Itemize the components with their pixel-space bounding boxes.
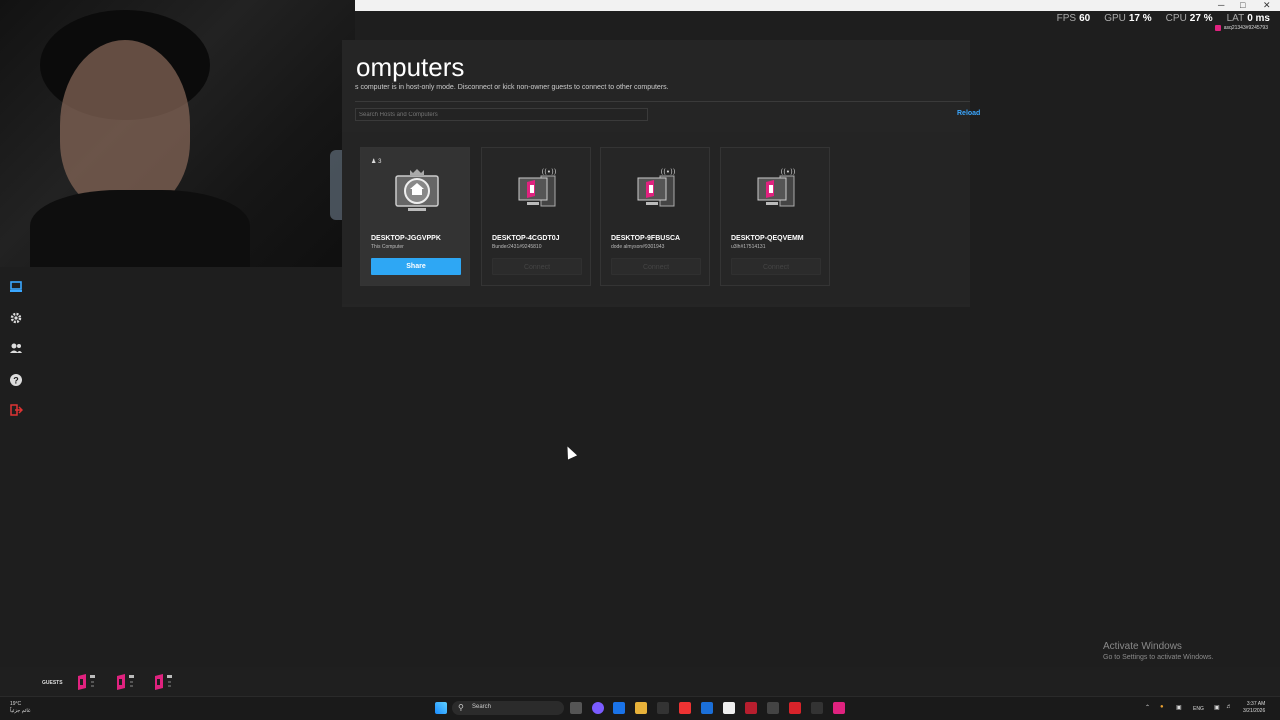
- maximize-button[interactable]: □: [1240, 0, 1245, 10]
- microphone-icon[interactable]: ●: [1160, 704, 1164, 710]
- computer-owner: This Computer: [371, 244, 404, 250]
- help-icon[interactable]: ?: [9, 373, 23, 387]
- reload-button[interactable]: Reload: [957, 110, 980, 117]
- computer-card[interactable]: ((•)) DESKTOP-4CGDT0J Bunder2431#9245810…: [481, 147, 591, 286]
- share-button[interactable]: Share: [371, 258, 461, 275]
- app-icon[interactable]: [811, 702, 823, 714]
- fps-stat: FPS 60: [1057, 13, 1091, 24]
- system-clock[interactable]: 3:37 AM 3/21/2026: [1243, 701, 1265, 715]
- activate-subtitle: Go to Settings to activate Windows.: [1103, 654, 1214, 661]
- brave-browser-icon[interactable]: [679, 702, 691, 714]
- computer-name: DESKTOP-4CGDT0J: [492, 235, 560, 242]
- weather-widget[interactable]: 19°C غائم جزئياً: [10, 701, 31, 715]
- cpu-stat: CPU 27 %: [1166, 13, 1213, 24]
- host-computer-icon: [394, 166, 440, 214]
- clock-time: 3:37 AM: [1246, 701, 1266, 707]
- parsec-logo-icon: [1214, 25, 1221, 31]
- app-icon[interactable]: [767, 702, 779, 714]
- clock-date: 3/21/2026: [1243, 708, 1266, 714]
- activate-windows-watermark: Activate Windows Go to Settings to activ…: [1103, 641, 1214, 661]
- performance-stats: FPS 60 GPU 17 % CPU 27 % LAT 0 ms: [1057, 13, 1270, 24]
- computer-card[interactable]: ((•)) DESKTOP-9FBUSCA dode almyson#93019…: [600, 147, 710, 286]
- guest-slot-icon[interactable]: [115, 673, 135, 691]
- remote-computer-icon: ((•)): [754, 166, 800, 214]
- computer-card[interactable]: ((•)) DESKTOP-QEQVEMM u3lh#17514131 Conn…: [720, 147, 830, 286]
- computer-card-host[interactable]: ♟ 3 DESKTOP-JGGVPPK This Computer Share: [360, 147, 470, 286]
- file-explorer-icon[interactable]: [635, 702, 647, 714]
- computer-owner: u3lh#17514131: [731, 244, 766, 250]
- app-icon[interactable]: [789, 702, 801, 714]
- app-icon[interactable]: [657, 702, 669, 714]
- activate-title: Activate Windows: [1103, 641, 1182, 652]
- divider: [355, 101, 970, 102]
- computer-owner: Bunder2431#9245810: [492, 244, 542, 250]
- network-icon[interactable]: ▣: [1214, 704, 1220, 711]
- windows-start-icon[interactable]: [435, 702, 447, 714]
- connect-button[interactable]: Connect: [611, 258, 701, 275]
- remote-computer-icon: ((•)): [634, 166, 680, 214]
- guests-label: GUESTS: [42, 680, 63, 686]
- svg-text:?: ?: [13, 376, 19, 386]
- logout-icon[interactable]: [9, 403, 24, 417]
- mouse-cursor: [562, 444, 578, 460]
- guest-bar: [0, 667, 1280, 696]
- weather-desc: غائم جزئياً: [10, 708, 31, 714]
- close-button[interactable]: ✕: [1263, 0, 1271, 10]
- webcam-overlay: [0, 0, 355, 267]
- computer-name: DESKTOP-9FBUSCA: [611, 235, 681, 242]
- person-icon: ♟: [371, 159, 377, 165]
- guest-slot-icon[interactable]: [76, 673, 96, 691]
- settings-gear-icon[interactable]: [9, 311, 23, 325]
- store-icon[interactable]: [613, 702, 625, 714]
- guest-slot-icon[interactable]: [153, 673, 173, 691]
- window-titlebar: [355, 0, 1280, 11]
- taskbar-search[interactable]: ⚲ Search: [452, 701, 564, 715]
- page-subtitle: s computer is in host-only mode. Disconn…: [355, 84, 669, 91]
- remote-computer-icon: ((•)): [515, 166, 561, 214]
- fps-label: FPS: [1056, 13, 1077, 24]
- document-icon[interactable]: [723, 702, 735, 714]
- cpu-label: CPU: [1165, 13, 1187, 24]
- search-icon: ⚲: [458, 703, 464, 712]
- computers-icon[interactable]: [9, 280, 23, 294]
- tray-app-icon[interactable]: ▣: [1176, 704, 1182, 711]
- svg-text:((•)): ((•)): [541, 168, 556, 176]
- computer-name: DESKTOP-JGGVPPK: [371, 235, 441, 242]
- account-badge[interactable]: asq21343#9245793: [1214, 25, 1268, 31]
- language-indicator[interactable]: ENG: [1193, 706, 1204, 712]
- volume-icon[interactable]: ♬: [1226, 704, 1232, 710]
- svg-text:((•)): ((•)): [660, 168, 675, 176]
- svg-text:((•)): ((•)): [780, 168, 795, 176]
- connect-button[interactable]: Connect: [731, 258, 821, 275]
- sidebar: [0, 267, 32, 667]
- task-view-icon[interactable]: [570, 702, 582, 714]
- gpu-stat: GPU 17 %: [1104, 13, 1151, 24]
- steam-icon[interactable]: [701, 702, 713, 714]
- account-name: asq21343#9245793: [1223, 25, 1268, 31]
- search-input[interactable]: [355, 108, 648, 121]
- fps-value: 60: [1079, 13, 1091, 24]
- lat-stat: LAT 0 ms: [1227, 13, 1270, 24]
- adobe-icon[interactable]: [745, 702, 757, 714]
- weather-temp: 19°C: [10, 701, 22, 707]
- chevron-up-icon[interactable]: ⌃: [1145, 704, 1150, 711]
- discord-icon[interactable]: [592, 702, 604, 714]
- guest-count: ♟ 3: [371, 159, 382, 165]
- page-title: omputers: [356, 52, 465, 82]
- computer-name: DESKTOP-QEQVEMM: [731, 235, 804, 242]
- lat-value: 0 ms: [1247, 13, 1270, 24]
- connect-button[interactable]: Connect: [492, 258, 582, 275]
- friends-icon[interactable]: [9, 341, 23, 355]
- computer-owner: dode almyson#9301943: [611, 244, 665, 250]
- parsec-icon[interactable]: [833, 702, 845, 714]
- minimize-button[interactable]: ─: [1218, 0, 1224, 10]
- cpu-value: 27 %: [1189, 13, 1213, 24]
- lat-label: LAT: [1226, 13, 1245, 24]
- gpu-value: 17 %: [1128, 13, 1152, 24]
- gpu-label: GPU: [1104, 13, 1126, 24]
